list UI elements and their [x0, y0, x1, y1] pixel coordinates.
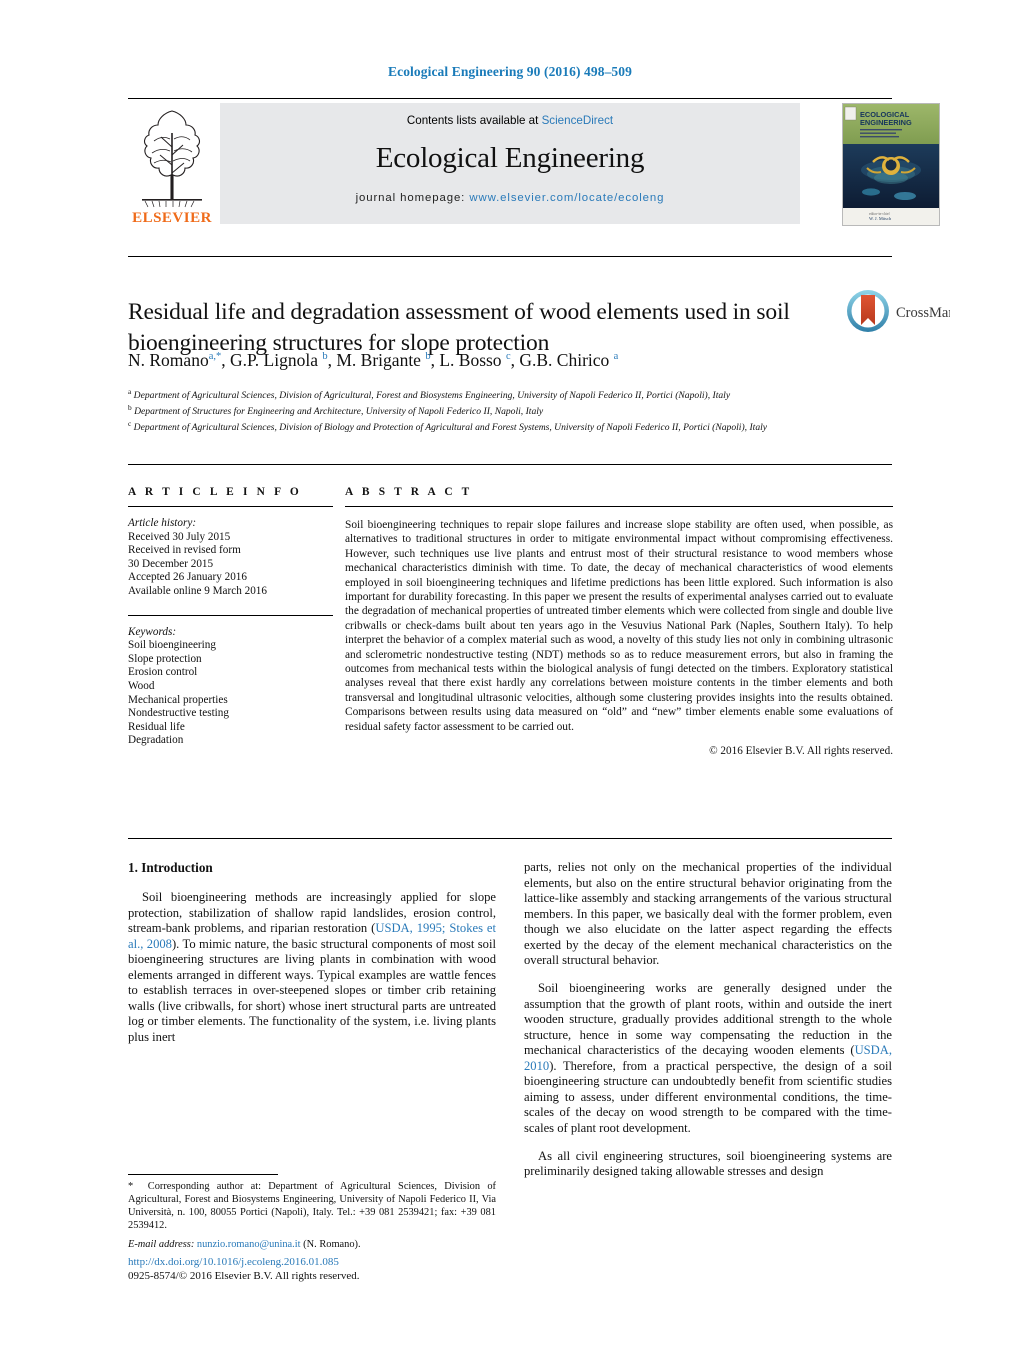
paragraph: Soil bioengineering works are generally … — [524, 981, 892, 1135]
info-divider — [128, 464, 892, 465]
affiliation-item: c Department of Agricultural Sciences, D… — [128, 418, 768, 434]
running-head: Ecological Engineering 90 (2016) 498–509 — [388, 64, 632, 79]
history-item: Available online 9 March 2016 — [128, 584, 267, 597]
paragraph: parts, relies not only on the mechanical… — [524, 860, 892, 967]
issn-copyright: 0925-8574/© 2016 Elsevier B.V. All right… — [128, 1270, 360, 1282]
sciencedirect-link[interactable]: ScienceDirect — [542, 114, 614, 127]
journal-cover-thumbnail: ECOLOGICAL ENGINEERING editor-in-chief W… — [842, 103, 940, 226]
keyword-item: Wood — [128, 679, 155, 692]
abstract-rule — [345, 506, 893, 507]
affiliation-list: a Department of Agricultural Sciences, D… — [128, 386, 898, 434]
footnote-text: Corresponding author at: Department of A… — [128, 1181, 496, 1231]
paragraph: Soil bioengineering methods are increasi… — [128, 890, 497, 1044]
journal-homepage-line: journal homepage: www.elsevier.com/locat… — [356, 192, 665, 204]
article-info-rule — [128, 506, 333, 507]
citation-link[interactable]: USDA, 1995; — [375, 921, 445, 935]
article-history-block: Article history: Received 30 July 2015 Re… — [128, 517, 333, 599]
section-heading-introduction: 1. Introduction — [128, 860, 213, 875]
masthead-center-panel: Contents lists available at ScienceDirec… — [220, 103, 800, 224]
doi-block: http://dx.doi.org/10.1016/j.ecoleng.2016… — [128, 1255, 548, 1283]
cover-title-line2: ENGINEERING — [860, 118, 912, 127]
journal-article-page: Ecological Engineering 90 (2016) 498–509… — [0, 0, 1020, 1351]
history-item: 30 December 2015 — [128, 557, 214, 570]
keyword-item: Slope protection — [128, 652, 202, 665]
footnote-marker: * — [128, 1181, 134, 1192]
article-history-items: Received 30 July 2015 Received in revised… — [128, 531, 333, 599]
email-label: E-mail address: — [128, 1239, 195, 1250]
doi-link[interactable]: http://dx.doi.org/10.1016/j.ecoleng.2016… — [128, 1255, 548, 1269]
abstract-copyright: © 2016 Elsevier B.V. All rights reserved… — [709, 745, 893, 758]
elsevier-wordmark: ELSEVIER — [132, 210, 212, 225]
contents-prefix: Contents lists available at — [406, 114, 542, 127]
abstract-column: A B S T R A C T Soil bioengineering tech… — [345, 486, 893, 757]
homepage-url[interactable]: www.elsevier.com/locate/ecoleng — [469, 192, 664, 204]
homepage-label: journal homepage: — [355, 192, 466, 204]
keyword-item: Nondestructive testing — [128, 707, 229, 720]
title-divider — [128, 256, 892, 257]
keyword-item: Residual life — [128, 720, 185, 733]
history-item: Received 30 July 2015 — [128, 530, 231, 543]
email-person: (N. Romano). — [303, 1239, 361, 1250]
keyword-item: Mechanical properties — [128, 693, 228, 706]
citation-link[interactable]: USDA, 2010 — [524, 1043, 892, 1073]
crossmark-label: CrossMark — [896, 305, 950, 321]
keywords-rule — [128, 614, 333, 616]
crossmark-badge[interactable]: CrossMark — [842, 283, 961, 339]
body-column-right: parts, relies not only on the mechanical… — [524, 860, 892, 1192]
body-column-left: 1. Introduction Soil bioengineering meth… — [128, 860, 496, 1058]
keyword-item: Soil bioengineering — [128, 639, 216, 652]
history-item: Accepted 26 January 2016 — [128, 571, 247, 584]
footnote-divider — [128, 1174, 278, 1175]
history-item: Received in revised form — [128, 544, 241, 557]
affiliation-item: a Department of Agricultural Sciences, D… — [128, 387, 731, 402]
paragraph: As all civil engineering structures, soi… — [524, 1148, 892, 1179]
affiliation-item: b Department of Structures for Engineeri… — [128, 402, 544, 418]
keywords-items: Soil bioengineering Slope protection Erosi… — [128, 639, 333, 748]
article-history-label: Article history: — [128, 517, 197, 529]
elsevier-logo: ELSEVIER — [128, 103, 216, 226]
masthead: ELSEVIER Contents lists available at Sci… — [128, 98, 940, 229]
keywords-label: Keywords: — [128, 625, 177, 638]
article-info-heading: A R T I C L E I N F O — [128, 486, 302, 498]
svg-text:W. J. Mitsch: W. J. Mitsch — [869, 216, 892, 221]
keyword-item: Degradation — [128, 734, 184, 747]
abstract-bottom-divider — [128, 838, 892, 839]
contents-line: Contents lists available at ScienceDirec… — [407, 114, 613, 127]
journal-title: Ecological Engineering — [375, 142, 645, 174]
keywords-block: Keywords: Soil bioengineering Slope prote… — [128, 626, 333, 748]
abstract-heading: A B S T R A C T — [345, 486, 473, 498]
abstract-text: Soil bioengineering techniques to repair… — [345, 519, 893, 733]
article-info-column: A R T I C L E I N F O Article history: R… — [128, 486, 333, 748]
corresponding-author-footnote: * Corresponding author at: Department of… — [128, 1180, 496, 1251]
author-list: N. Romanoa,*, G.P. Lignola b, M. Brigant… — [128, 350, 619, 370]
email-link[interactable]: nunzio.romano@unina.it — [197, 1239, 301, 1250]
keyword-item: Erosion control — [128, 666, 198, 679]
